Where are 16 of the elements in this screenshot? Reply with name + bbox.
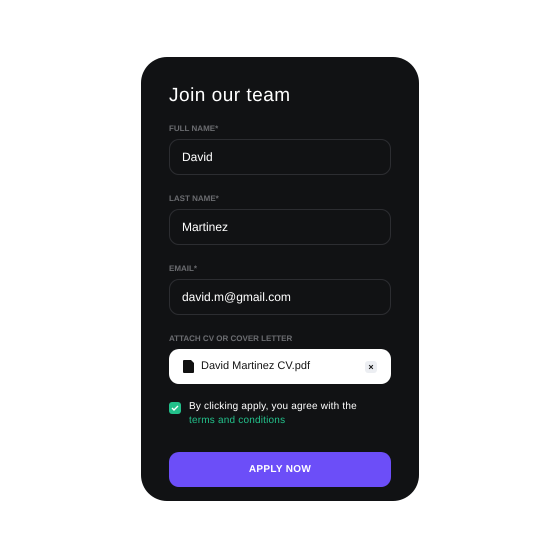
form-title: Join our team (169, 85, 292, 107)
field-label: ATTACH CV OR COVER LETTER (169, 334, 294, 344)
remove-button[interactable]: × (365, 360, 377, 372)
field-label: FULL NAME* (169, 124, 220, 134)
document-icon (183, 360, 194, 373)
file-name: David Martinez CV.pdf (201, 359, 312, 374)
agreement-text: By clicking apply, you agree with the terms and conditions (189, 400, 358, 428)
checkbox[interactable] (169, 402, 181, 414)
field-label: LAST NAME* (169, 194, 220, 204)
input-field[interactable]: david.m@gmail.com (169, 279, 391, 315)
check-icon (171, 405, 179, 411)
apply-button[interactable]: APPLY NOW (169, 452, 391, 487)
input-field[interactable]: Martinez (169, 209, 391, 245)
field-label: EMAIL* (169, 264, 198, 274)
input-field[interactable]: David (169, 139, 391, 175)
terms-link[interactable]: terms and conditions (189, 415, 286, 426)
